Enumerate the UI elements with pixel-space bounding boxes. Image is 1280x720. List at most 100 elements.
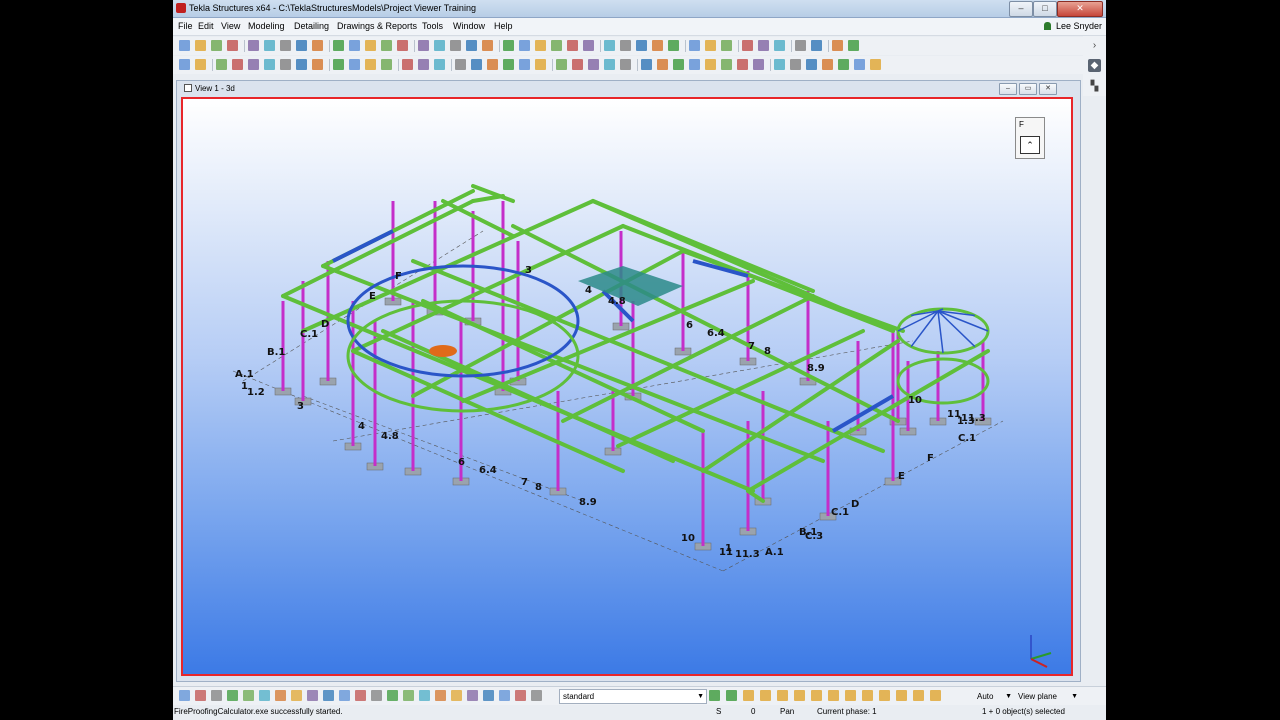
toolbar-tool-icon[interactable]	[216, 59, 227, 70]
menu-tools[interactable]: Tools	[422, 21, 443, 31]
toolbar-tool-icon[interactable]	[503, 59, 514, 70]
menu-help[interactable]: Help	[494, 21, 513, 31]
toolbar-tool-icon[interactable]	[264, 59, 275, 70]
toolbar-tool-icon[interactable]	[211, 40, 222, 51]
toolbar-tool-icon[interactable]	[381, 59, 392, 70]
toolbar-tool-icon[interactable]	[179, 40, 190, 51]
toolbar-tool-icon[interactable]	[806, 59, 817, 70]
toolbar-tool-icon[interactable]	[588, 59, 599, 70]
toolbar-tool-icon[interactable]	[742, 40, 753, 51]
toolbar-tool-icon[interactable]	[572, 59, 583, 70]
toolbar-tool-icon[interactable]	[296, 40, 307, 51]
snap-switch-icon[interactable]	[811, 690, 822, 701]
snap-mode-combo[interactable]: Auto ▼	[973, 689, 1015, 704]
toolbar-tool-icon[interactable]	[503, 40, 514, 51]
selection-switch-icon[interactable]	[179, 690, 190, 701]
toolbar-tool-icon[interactable]	[689, 59, 700, 70]
selection-switch-icon[interactable]	[291, 690, 302, 701]
toolbar-tool-icon[interactable]	[556, 59, 567, 70]
snap-switch-icon[interactable]	[709, 690, 720, 701]
toolbar-tool-icon[interactable]	[248, 40, 259, 51]
selection-switch-icon[interactable]	[403, 690, 414, 701]
toolbar-tool-icon[interactable]	[551, 40, 562, 51]
selection-switch-icon[interactable]	[339, 690, 350, 701]
toolbar-tool-icon[interactable]	[264, 40, 275, 51]
toolbar-tool-icon[interactable]	[535, 40, 546, 51]
user-name[interactable]: Lee Snyder	[1043, 21, 1102, 31]
toolbar-tool-icon[interactable]	[312, 40, 323, 51]
toolbar-tool-icon[interactable]	[434, 40, 445, 51]
minimize-button[interactable]: –	[1009, 1, 1033, 17]
toolbar-tool-icon[interactable]	[721, 59, 732, 70]
toolbar-tool-icon[interactable]	[832, 40, 843, 51]
toolbar-tool-icon[interactable]	[811, 40, 822, 51]
menu-edit[interactable]: Edit	[198, 21, 214, 31]
selection-switch-icon[interactable]	[307, 690, 318, 701]
menu-file[interactable]: File	[178, 21, 193, 31]
toolbar-tool-icon[interactable]	[604, 59, 615, 70]
snap-switch-icon[interactable]	[760, 690, 771, 701]
toolbar-tool-icon[interactable]	[434, 59, 445, 70]
toolbar-tool-icon[interactable]	[418, 59, 429, 70]
toolbar-tool-icon[interactable]	[795, 40, 806, 51]
toolbar-tool-icon[interactable]	[471, 59, 482, 70]
selection-switch-icon[interactable]	[515, 690, 526, 701]
snap-switch-icon[interactable]	[896, 690, 907, 701]
toolbar-tool-icon[interactable]	[673, 59, 684, 70]
toolbar-tool-icon[interactable]	[790, 59, 801, 70]
selection-switch-icon[interactable]	[499, 690, 510, 701]
toolbar-tool-icon[interactable]	[365, 40, 376, 51]
maximize-button[interactable]: □	[1033, 1, 1057, 17]
toolbar-tool-icon[interactable]	[455, 59, 466, 70]
toolbar-tool-icon[interactable]	[567, 40, 578, 51]
toolbar-tool-icon[interactable]	[450, 40, 461, 51]
toolbar-tool-icon[interactable]	[652, 40, 663, 51]
model-3d-canvas[interactable]: A.1 1 1.2 B.1 C.1 D E F 3 4 4.8 6 6.4 7 8 8.9 10 11 11.3 C.…	[181, 97, 1073, 676]
snap-switch-icon[interactable]	[794, 690, 805, 701]
toolbar-tool-icon[interactable]	[179, 59, 190, 70]
toolbar-tool-icon[interactable]	[418, 40, 429, 51]
toolbar-tool-icon[interactable]	[822, 59, 833, 70]
toolbar-tool-icon[interactable]	[195, 59, 206, 70]
selection-switch-icon[interactable]	[419, 690, 430, 701]
selection-switch-icon[interactable]	[195, 690, 206, 701]
menu-view[interactable]: View	[221, 21, 240, 31]
toolbar-tool-icon[interactable]	[312, 59, 323, 70]
selection-switch-icon[interactable]	[211, 690, 222, 701]
toolbar-tool-icon[interactable]	[296, 59, 307, 70]
toolbar-tool-icon[interactable]	[280, 59, 291, 70]
snap-switch-icon[interactable]	[845, 690, 856, 701]
snap-switch-icon[interactable]	[879, 690, 890, 701]
toolbar-tool-icon[interactable]	[333, 59, 344, 70]
menu-detailing[interactable]: Detailing	[294, 21, 329, 31]
toolbar-tool-icon[interactable]	[604, 40, 615, 51]
selection-switch-icon[interactable]	[387, 690, 398, 701]
toolbar-tool-icon[interactable]	[482, 40, 493, 51]
toolbar-tool-icon[interactable]	[519, 40, 530, 51]
view-close-button[interactable]: ✕	[1039, 83, 1057, 95]
close-button[interactable]: ✕	[1057, 1, 1103, 17]
snap-switch-icon[interactable]	[930, 690, 941, 701]
toolbar-tool-icon[interactable]	[774, 59, 785, 70]
view-restore-button[interactable]: ▭	[1019, 83, 1037, 95]
toolbar-tool-icon[interactable]	[195, 40, 206, 51]
view-setting-combo[interactable]: standard ▼	[559, 689, 707, 704]
selection-switch-icon[interactable]	[259, 690, 270, 701]
selection-switch-icon[interactable]	[243, 690, 254, 701]
plane-combo[interactable]: View plane ▼	[1014, 689, 1081, 704]
toolbar-tool-icon[interactable]	[466, 40, 477, 51]
selection-switch-icon[interactable]	[451, 690, 462, 701]
toolbar-tool-icon[interactable]	[753, 59, 764, 70]
toolbar-tool-icon[interactable]	[705, 40, 716, 51]
toolbar-tool-icon[interactable]	[758, 40, 769, 51]
toolbar-tool-icon[interactable]	[657, 59, 668, 70]
selection-switch-icon[interactable]	[531, 690, 542, 701]
toolbar-tool-icon[interactable]	[774, 40, 785, 51]
toolbar-tool-icon[interactable]	[349, 40, 360, 51]
toolbar-tool-icon[interactable]	[838, 59, 849, 70]
toolbar-tool-icon[interactable]	[636, 40, 647, 51]
selection-switch-icon[interactable]	[435, 690, 446, 701]
snap-switch-icon[interactable]	[913, 690, 924, 701]
toolbar-tool-icon[interactable]	[381, 40, 392, 51]
toolbar-tool-icon[interactable]	[583, 40, 594, 51]
